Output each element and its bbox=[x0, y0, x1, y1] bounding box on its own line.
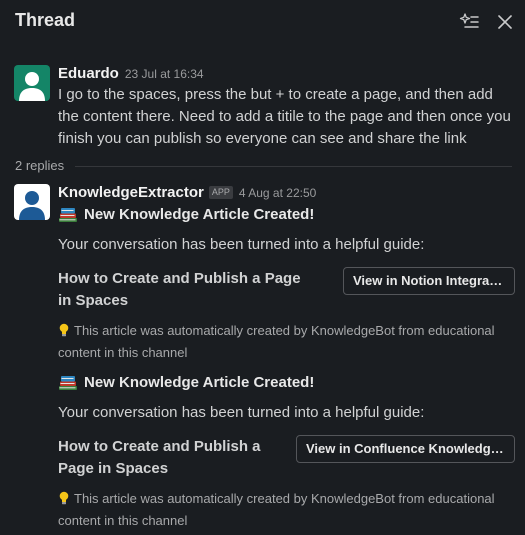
article-heading: New Knowledge Article Created! bbox=[58, 373, 314, 391]
divider bbox=[75, 166, 512, 167]
timestamp[interactable]: 23 Jul at 16:34 bbox=[125, 67, 204, 81]
article-intro: Your conversation has been turned into a… bbox=[58, 236, 425, 253]
article-heading-text: New Knowledge Article Created! bbox=[84, 205, 315, 223]
article-note: This article was automatically created b… bbox=[58, 320, 513, 364]
author-name[interactable]: Eduardo bbox=[58, 65, 119, 82]
close-button[interactable] bbox=[492, 9, 518, 35]
view-in-notion-button[interactable]: View in Notion Integration bbox=[343, 267, 515, 295]
thread-header: Thread bbox=[0, 0, 525, 44]
lightbulb-icon bbox=[59, 323, 69, 337]
timestamp[interactable]: 4 Aug at 22:50 bbox=[239, 186, 316, 200]
message-text: I go to the spaces, press the but + to c… bbox=[58, 86, 511, 147]
books-icon bbox=[59, 208, 77, 222]
message-header: Eduardo 23 Jul at 16:34 bbox=[58, 65, 204, 83]
thread-title: Thread bbox=[15, 10, 76, 30]
article-note: This article was automatically created b… bbox=[58, 488, 513, 532]
filter-button[interactable] bbox=[456, 9, 482, 35]
article-note-text: This article was automatically created b… bbox=[58, 323, 495, 360]
article-title: How to Create and Publish a Page in Spac… bbox=[58, 438, 261, 477]
lightbulb-icon bbox=[59, 491, 69, 505]
message-header: KnowledgeExtractor APP 4 Aug at 22:50 bbox=[58, 184, 316, 202]
article-title: How to Create and Publish a Page in Spac… bbox=[58, 270, 301, 309]
article-note-text: This article was automatically created b… bbox=[58, 491, 495, 528]
user-silhouette-icon bbox=[19, 72, 45, 101]
app-badge: APP bbox=[208, 186, 233, 199]
avatar[interactable] bbox=[14, 65, 50, 101]
view-in-confluence-button[interactable]: View in Confluence Knowledge b... bbox=[296, 435, 515, 463]
books-icon bbox=[59, 376, 77, 390]
user-silhouette-icon bbox=[19, 191, 45, 220]
article-heading: New Knowledge Article Created! bbox=[58, 205, 314, 223]
article-heading-text: New Knowledge Article Created! bbox=[84, 373, 315, 391]
replies-count: 2 replies bbox=[15, 158, 65, 173]
close-icon bbox=[498, 15, 512, 29]
sparkle-filter-icon bbox=[459, 13, 479, 28]
avatar[interactable] bbox=[14, 184, 50, 220]
article-intro: Your conversation has been turned into a… bbox=[58, 404, 425, 421]
author-name[interactable]: KnowledgeExtractor bbox=[58, 184, 204, 201]
